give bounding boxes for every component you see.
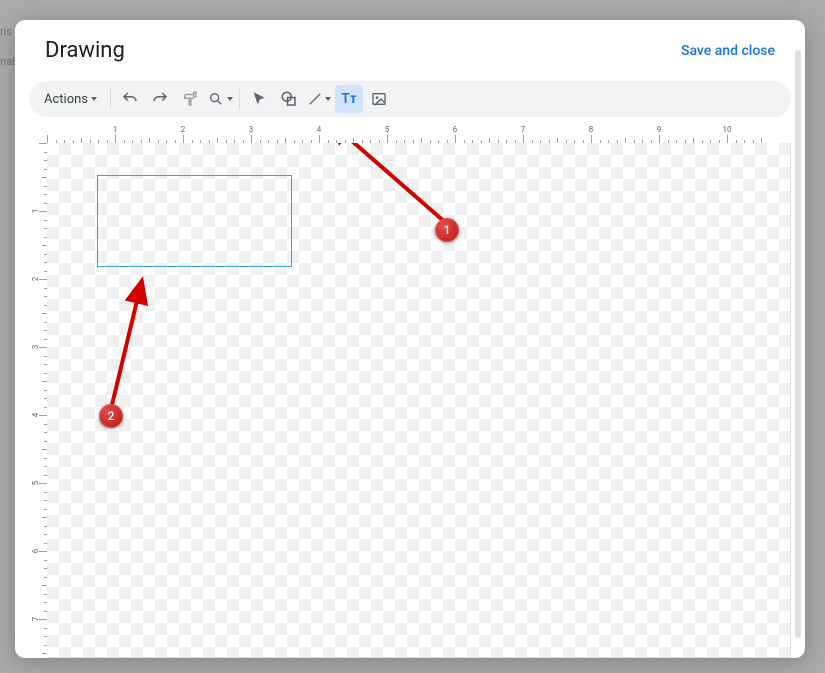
shape-tool-button[interactable]: [275, 85, 303, 113]
ruler-h-label: 2: [181, 125, 186, 134]
drawing-canvas[interactable]: 12: [47, 143, 791, 658]
ruler-v-label: 4: [30, 413, 39, 418]
toolbar-separator: [110, 89, 111, 109]
actions-menu-button[interactable]: Actions: [36, 85, 105, 113]
shape-icon: [280, 90, 298, 108]
paint-format-icon: [181, 90, 199, 108]
ruler-h-label: 5: [385, 125, 390, 134]
ruler-h-label: 6: [453, 125, 458, 134]
toolbar: Actions: [29, 81, 791, 117]
ruler-h-label: 8: [589, 125, 594, 134]
ruler-h-label: 7: [521, 125, 526, 134]
vertical-ruler: 1 2 3 4 5 6 7: [29, 143, 47, 658]
caret-down-icon: [325, 97, 331, 101]
undo-icon: [121, 90, 139, 108]
save-and-close-button[interactable]: Save and close: [681, 43, 775, 59]
dialog-title: Drawing: [45, 38, 125, 63]
ruler-v-label: 3: [30, 345, 39, 350]
zoom-icon: [208, 91, 224, 107]
image-tool-button[interactable]: [365, 85, 393, 113]
ruler-v-label: 6: [30, 549, 39, 554]
dialog-header: Drawing Save and close: [15, 20, 805, 73]
toolbar-separator: [239, 89, 240, 109]
ruler-v-label: 1: [30, 209, 39, 214]
ruler-h-label: 10: [723, 125, 732, 134]
caret-down-icon: [91, 97, 97, 101]
ruler-h-label: 3: [249, 125, 254, 134]
ruler-h-label: 4: [317, 125, 322, 134]
ruler-v-label: 7: [30, 617, 39, 622]
bg-text: ns: [0, 25, 12, 38]
drawing-dialog: Drawing Save and close Actions: [15, 20, 805, 658]
ruler-v-label: 2: [30, 277, 39, 282]
paint-format-button[interactable]: [176, 85, 204, 113]
redo-button[interactable]: [146, 85, 174, 113]
actions-label: Actions: [44, 92, 88, 107]
editor-area: 12345678910 1234567 12: [29, 125, 791, 658]
line-icon: [307, 91, 323, 107]
undo-button[interactable]: [116, 85, 144, 113]
zoom-button[interactable]: [206, 85, 234, 113]
annotation-badge: 1: [435, 218, 459, 242]
caret-down-icon: [227, 97, 233, 101]
text-box-tool-button[interactable]: Tᴛ: [335, 85, 363, 113]
ruler-h-label: 9: [657, 125, 662, 134]
annotation-badge: 2: [99, 404, 123, 428]
horizontal-ruler: 1 2 3 4 5 6 7 8 9 10: [47, 125, 791, 143]
redo-icon: [151, 90, 169, 108]
line-tool-button[interactable]: [305, 85, 333, 113]
text-box-icon: Tᴛ: [341, 92, 356, 106]
ruler-h-label: 1: [113, 125, 118, 134]
toolbar-container: Actions: [15, 73, 805, 117]
image-icon: [371, 91, 387, 107]
bg-text: nal: [0, 55, 15, 68]
text-box-shape[interactable]: [97, 175, 292, 267]
select-icon: [251, 91, 267, 107]
ruler-v-label: 5: [30, 481, 39, 486]
dialog-scrollbar[interactable]: [795, 50, 801, 638]
select-tool-button[interactable]: [245, 85, 273, 113]
